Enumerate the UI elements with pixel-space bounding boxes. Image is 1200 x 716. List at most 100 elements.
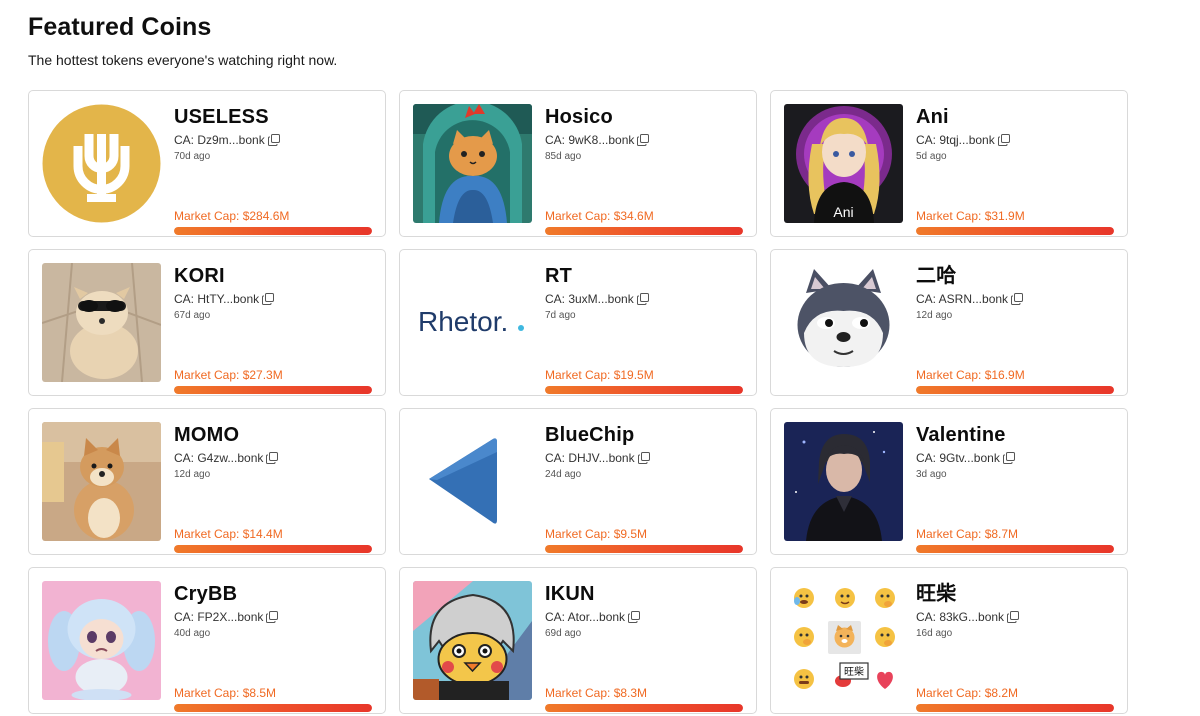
wangchai-emoji-grid-image: 旺柴 <box>784 581 903 700</box>
contract-address: CA: 9wK8...bonk <box>545 133 635 147</box>
copy-icon[interactable] <box>637 452 650 464</box>
market-cap-bar-fill <box>916 545 1114 553</box>
coin-name: RT <box>545 265 573 287</box>
coin-name: MOMO <box>174 424 240 446</box>
ikun-chick-image <box>413 581 532 700</box>
crybb-figure-image <box>42 581 161 700</box>
valentine-character-image <box>784 422 903 541</box>
copy-icon[interactable] <box>997 134 1010 146</box>
rhetor-logo: Rhetor. <box>413 263 532 382</box>
market-cap: Market Cap: $8.2M <box>916 686 1019 700</box>
coin-card-crybb[interactable]: CryBB CA: FP2X...bonk 40d ago Market Cap… <box>28 567 386 714</box>
market-cap-bar-fill <box>916 704 1114 712</box>
page-title: Featured Coins <box>28 13 212 41</box>
coin-age: 24d ago <box>545 469 582 480</box>
coin-age: 85d ago <box>545 151 582 162</box>
market-cap: Market Cap: $34.6M <box>545 209 654 223</box>
contract-address: CA: DHJV...bonk <box>545 451 635 465</box>
coin-age: 3d ago <box>916 469 947 480</box>
market-cap-bar-fill <box>174 227 372 235</box>
coin-age: 5d ago <box>916 151 947 162</box>
market-cap-bar <box>545 386 743 394</box>
market-cap-bar-fill <box>916 227 1114 235</box>
market-cap-bar <box>916 545 1114 553</box>
coin-card-ani[interactable]: Ani Ani CA: 9tqj...bonk 5d ago Market Ca… <box>770 90 1128 237</box>
coin-card-rt[interactable]: Rhetor. RT CA: 3uxM...bonk 7d ago Market… <box>399 249 757 396</box>
rhetor-logo-text: Rhetor. <box>418 306 508 337</box>
market-cap-bar-fill <box>174 386 372 394</box>
copy-icon[interactable] <box>1002 452 1015 464</box>
coin-age: 7d ago <box>545 310 576 321</box>
coin-age: 69d ago <box>545 628 582 639</box>
copy-icon[interactable] <box>628 611 641 623</box>
market-cap-bar <box>916 704 1114 712</box>
copy-icon[interactable] <box>267 134 280 146</box>
coin-name: BlueChip <box>545 424 635 446</box>
market-cap-bar <box>174 704 372 712</box>
market-cap-bar-fill <box>545 386 743 394</box>
copy-icon[interactable] <box>266 452 279 464</box>
market-cap: Market Cap: $16.9M <box>916 368 1025 382</box>
contract-address: CA: 3uxM...bonk <box>545 292 634 306</box>
market-cap: Market Cap: $31.9M <box>916 209 1025 223</box>
market-cap-bar-fill <box>174 704 372 712</box>
market-cap-bar <box>174 545 372 553</box>
market-cap-bar-fill <box>545 704 743 712</box>
ani-anime-girl-image: Ani <box>784 104 903 223</box>
market-cap-bar-fill <box>545 545 743 553</box>
coin-card-valentine[interactable]: Valentine CA: 9Gtv...bonk 3d ago Market … <box>770 408 1128 555</box>
coin-name: IKUN <box>545 583 595 605</box>
market-cap: Market Cap: $27.3M <box>174 368 283 382</box>
contract-address: CA: Dz9m...bonk <box>174 133 265 147</box>
momo-shiba-image <box>42 422 161 541</box>
coin-grid: USELESS CA: Dz9m...bonk 70d ago Market C… <box>28 90 1128 714</box>
coin-age: 67d ago <box>174 310 211 321</box>
coin-card-momo[interactable]: MOMO CA: G4zw...bonk 12d ago Market Cap:… <box>28 408 386 555</box>
market-cap: Market Cap: $284.6M <box>174 209 290 223</box>
coin-name: USELESS <box>174 106 269 128</box>
market-cap-bar <box>545 545 743 553</box>
coin-name: KORI <box>174 265 225 287</box>
market-cap-bar-fill <box>174 545 372 553</box>
copy-icon[interactable] <box>1011 293 1024 305</box>
market-cap: Market Cap: $8.5M <box>174 686 277 700</box>
copy-icon[interactable] <box>636 293 649 305</box>
copy-icon[interactable] <box>266 611 279 623</box>
coin-card-ikun[interactable]: IKUN CA: Ator...bonk 69d ago Market Cap:… <box>399 567 757 714</box>
market-cap: Market Cap: $14.4M <box>174 527 283 541</box>
coin-name: CryBB <box>174 583 238 605</box>
market-cap-bar <box>916 386 1114 394</box>
coin-name: Valentine <box>916 424 1006 446</box>
market-cap-bar <box>545 227 743 235</box>
market-cap: Market Cap: $8.3M <box>545 686 648 700</box>
copy-icon[interactable] <box>637 134 650 146</box>
market-cap: Market Cap: $19.5M <box>545 368 654 382</box>
image-caption: 旺柴 <box>844 665 864 678</box>
coin-card-hosico[interactable]: Hosico CA: 9wK8...bonk 85d ago Market Ca… <box>399 90 757 237</box>
market-cap-bar <box>916 227 1114 235</box>
copy-icon[interactable] <box>262 293 275 305</box>
coin-age: 12d ago <box>916 310 953 321</box>
coin-age: 70d ago <box>174 151 211 162</box>
coin-name: 旺柴 <box>916 583 957 605</box>
image-caption: Ani <box>833 204 853 220</box>
coin-card-useless[interactable]: USELESS CA: Dz9m...bonk 70d ago Market C… <box>28 90 386 237</box>
contract-address: CA: Ator...bonk <box>545 610 626 624</box>
market-cap: Market Cap: $8.7M <box>916 527 1019 541</box>
copy-icon[interactable] <box>1007 611 1020 623</box>
coin-name: Ani <box>916 106 949 128</box>
contract-address: CA: 9tqj...bonk <box>916 133 995 147</box>
coin-name: Hosico <box>545 106 613 128</box>
coin-card-bluechip[interactable]: BlueChip CA: DHJV...bonk 24d ago Market … <box>399 408 757 555</box>
contract-address: CA: 9Gtv...bonk <box>916 451 1000 465</box>
contract-address: CA: FP2X...bonk <box>174 610 264 624</box>
market-cap-bar <box>545 704 743 712</box>
coin-card-kori[interactable]: KORI CA: HtTY...bonk 67d ago Market Cap:… <box>28 249 386 396</box>
coin-card-wangchai[interactable]: 旺柴 旺柴 CA: 83kG...bonk 16d ago Market Cap… <box>770 567 1128 714</box>
hosico-cat-image <box>413 104 532 223</box>
coin-card-erha[interactable]: 二哈 CA: ASRN...bonk 12d ago Market Cap: $… <box>770 249 1128 396</box>
market-cap: Market Cap: $9.5M <box>545 527 648 541</box>
coin-age: 12d ago <box>174 469 211 480</box>
coin-age: 16d ago <box>916 628 953 639</box>
coin-age: 40d ago <box>174 628 211 639</box>
